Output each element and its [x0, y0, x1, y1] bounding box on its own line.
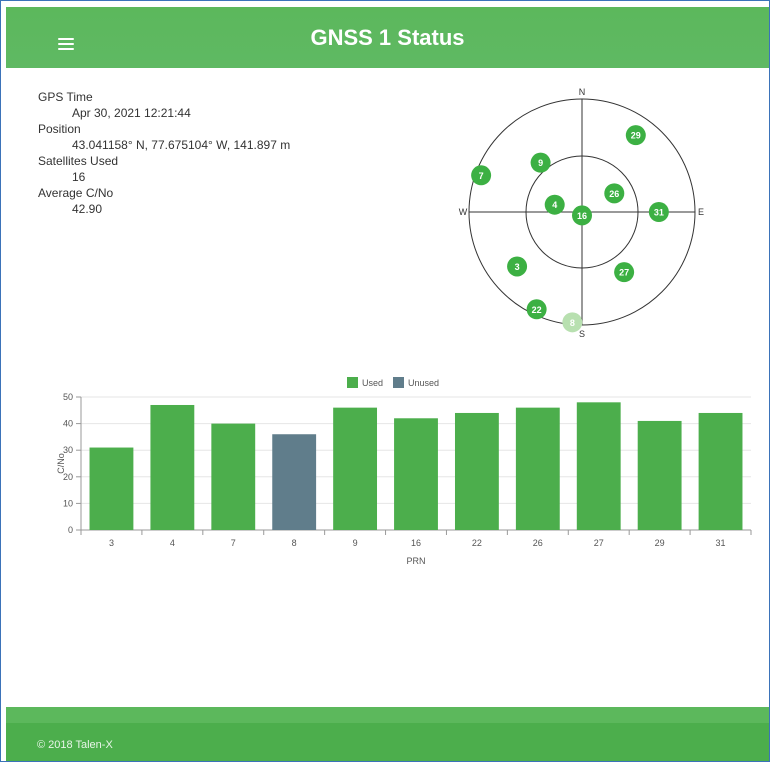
chart-bar — [89, 447, 134, 530]
footer-band — [6, 707, 769, 723]
chart-x-tick-label: 8 — [292, 538, 297, 548]
cno-bar-chart: 01020304050C/No3 4 7 8 9 16 22 26 27 29 31PRNUsed U… — [56, 377, 752, 566]
chart-bar — [333, 407, 378, 530]
chart-bar — [454, 412, 499, 530]
chart-bar — [515, 407, 560, 530]
chart-bar — [698, 412, 743, 530]
chart-x-tick-label: 31 — [716, 538, 726, 548]
chart-x-tick-label: 9 — [353, 538, 358, 548]
chart-y-tick-label: 40 — [63, 419, 73, 429]
chart-x-tick-label: 4 — [170, 538, 175, 548]
chart-y-axis-title: C/No — [56, 453, 66, 474]
chart-x-tick-label: 29 — [655, 538, 665, 548]
chart-bar — [394, 418, 438, 530]
app-frame: GNSS 1 Status GPS Time Apr 30, 2021 12:2… — [0, 0, 770, 762]
legend-unused-swatch — [393, 377, 404, 388]
chart-y-tick-label: 10 — [63, 498, 73, 508]
chart-x-tick-label: 3 — [109, 538, 114, 548]
chart-bar — [211, 423, 256, 530]
legend-used-swatch — [347, 377, 358, 388]
chart-bar — [272, 434, 317, 530]
chart-bar — [637, 420, 682, 530]
chart-bar — [150, 404, 195, 530]
copyright-text: © 2018 Talen-X — [37, 739, 113, 751]
chart-x-tick-label: 22 — [472, 538, 482, 548]
footer: © 2018 Talen-X — [6, 707, 769, 761]
chart-bar — [576, 402, 621, 530]
chart-y-tick-label: 0 — [68, 525, 73, 535]
chart-y-tick-label: 50 — [63, 392, 73, 402]
chart-x-tick-label: 27 — [594, 538, 604, 548]
chart-x-axis-title: PRN — [406, 556, 425, 566]
legend-used-label: Used — [362, 378, 383, 388]
chart-x-tick-label: 16 — [411, 538, 421, 548]
legend-unused-label: Unused — [408, 378, 439, 388]
chart-x-tick-label: 7 — [231, 538, 236, 548]
chart-x-tick-label: 26 — [533, 538, 543, 548]
